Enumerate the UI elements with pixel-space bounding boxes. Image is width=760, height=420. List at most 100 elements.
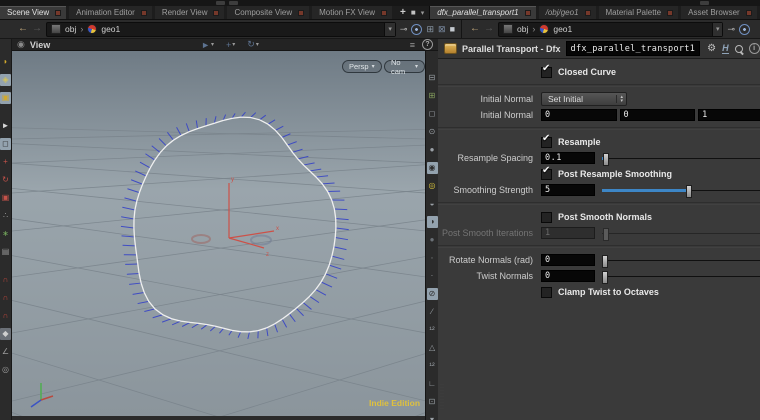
scene-viewport[interactable]: y x z Persp ▾ No cam ▾ Indie Edition: [12, 51, 426, 416]
param-value-field[interactable]: 0.1: [541, 152, 595, 164]
spinner-icon[interactable]: ▴ ▾: [616, 95, 626, 104]
gear-icon[interactable]: ⚙: [707, 43, 716, 54]
initial-normal-dropdown[interactable]: Set Initial ▴ ▾: [541, 92, 627, 106]
vector-x-field[interactable]: 0: [541, 109, 617, 121]
viewport-canvas[interactable]: y x z: [12, 51, 426, 416]
prim-numbers-icon[interactable]: ¹²: [427, 360, 438, 372]
pane-menu-caret-icon[interactable]: ▾: [421, 9, 425, 17]
pane-splitter-handle[interactable]: [229, 1, 238, 5]
breadcrumb-geo1[interactable]: geo1: [101, 24, 120, 34]
tab-material-palette[interactable]: Material Palette: [598, 6, 679, 19]
path-dropdown-icon[interactable]: ▾: [384, 22, 395, 36]
breadcrumb-obj[interactable]: obj: [65, 24, 76, 34]
vector-y-field[interactable]: 0: [619, 109, 696, 121]
checkbox[interactable]: ✔: [541, 133, 552, 148]
camera-projection-pill[interactable]: Persp ▾: [342, 60, 382, 73]
pane-layout-icon[interactable]: ■: [450, 24, 455, 34]
slider-handle[interactable]: [601, 254, 608, 268]
search-icon[interactable]: [734, 44, 743, 53]
new-tab-button[interactable]: +: [395, 6, 411, 19]
param-slider[interactable]: [601, 270, 760, 284]
headlight-icon[interactable]: ◉: [426, 162, 438, 174]
view-mode-icon[interactable]: ⊟: [427, 72, 438, 84]
help-icon[interactable]: ?: [421, 39, 433, 50]
measure-icon[interactable]: ∠: [0, 346, 11, 358]
camera-lock-icon[interactable]: ◻: [427, 108, 438, 120]
select-tool-icon[interactable]: ►: [0, 120, 11, 132]
shelf-tool-box-icon[interactable]: ▣: [0, 92, 11, 104]
display-objects-icon[interactable]: ●: [427, 144, 438, 156]
checkbox[interactable]: ✔: [541, 63, 552, 78]
vector-z-field[interactable]: 1: [698, 109, 760, 121]
vertex-markers-icon[interactable]: ∕: [427, 306, 438, 318]
pin-icon[interactable]: ⊸: [727, 24, 735, 35]
checkbox[interactable]: ✔: [541, 286, 552, 298]
corner-pivot-icon[interactable]: ∟: [427, 378, 438, 390]
show-points-icon[interactable]: ∙: [427, 252, 438, 264]
param-value-field[interactable]: 5: [541, 184, 595, 196]
view-cube-icon[interactable]: ⊞: [426, 24, 434, 35]
more-icon[interactable]: ▾: [427, 414, 438, 420]
render-region-icon[interactable]: ⊞: [427, 90, 438, 102]
display-options-icon[interactable]: ≡: [410, 40, 415, 50]
smooth-shaded-icon[interactable]: ●: [427, 234, 438, 246]
back-button[interactable]: ←: [470, 23, 480, 35]
breadcrumb[interactable]: obj › geo1 ▾: [46, 21, 396, 37]
breadcrumb-geo1[interactable]: geo1: [553, 24, 572, 34]
back-button[interactable]: ←: [18, 23, 28, 35]
tab-marker-icon[interactable]: [381, 9, 387, 16]
slider-handle[interactable]: [601, 270, 608, 284]
select-mode-icon[interactable]: ► ▾: [201, 40, 214, 50]
rotate-tool-icon[interactable]: ↻: [0, 174, 11, 186]
follow-network-icon[interactable]: [739, 23, 750, 35]
param-value-field[interactable]: 0: [541, 254, 595, 266]
param-slider[interactable]: [602, 184, 760, 198]
tab-marker-icon[interactable]: [584, 9, 591, 16]
snap-grid-icon[interactable]: ∩: [0, 274, 11, 286]
tab-marker-icon[interactable]: [55, 9, 62, 16]
camera-select-pill[interactable]: No cam ▾: [384, 58, 426, 76]
tab-render-view[interactable]: Render View: [154, 6, 225, 19]
prim-normals-icon[interactable]: △: [427, 342, 438, 354]
forward-button[interactable]: →: [32, 23, 42, 35]
tab-marker-icon[interactable]: [745, 9, 752, 16]
group-select-icon[interactable]: ⊡: [427, 396, 438, 408]
tab-obj-geo1[interactable]: /obj/geo1: [538, 6, 596, 19]
handles-tool-icon[interactable]: ∗: [0, 228, 11, 240]
info-icon[interactable]: i: [748, 43, 760, 54]
pane-splitter-handle[interactable]: [700, 1, 709, 5]
tab-motion-fx-view[interactable]: Motion FX View: [312, 6, 392, 19]
tab-marker-icon[interactable]: [524, 9, 531, 16]
point-numbers-icon[interactable]: ¹²: [427, 324, 438, 336]
pane-splitter-handle[interactable]: [216, 1, 225, 5]
houdini-asset-icon[interactable]: H: [722, 43, 729, 54]
forward-button[interactable]: →: [484, 23, 494, 35]
drag-mode-icon[interactable]: ↻ ▾: [247, 39, 259, 50]
pose-tool-icon[interactable]: ∴: [0, 210, 11, 222]
move-tool-icon[interactable]: +: [0, 156, 11, 168]
point-normals-icon[interactable]: ⊘: [426, 288, 438, 300]
tab-animation-editor[interactable]: Animation Editor: [69, 6, 152, 19]
param-slider[interactable]: [601, 254, 760, 268]
snap-point-icon[interactable]: ∩: [0, 292, 11, 304]
path-dropdown-icon[interactable]: ▾: [711, 22, 723, 36]
hq-lighting-icon[interactable]: ◒: [427, 198, 438, 210]
lock-icon[interactable]: ◻: [0, 138, 11, 150]
param-slider[interactable]: [602, 152, 760, 166]
ghost-objects-icon[interactable]: ⊙: [427, 126, 438, 138]
scale-tool-icon[interactable]: ▣: [0, 192, 11, 204]
breadcrumb-obj[interactable]: obj: [517, 24, 528, 34]
snap-multi-icon[interactable]: ∩: [0, 310, 11, 322]
selection-mode-icon[interactable]: ◆: [0, 328, 11, 340]
node-name-input[interactable]: dfx_parallel_transport1: [565, 41, 701, 56]
shelf-tool-points-icon[interactable]: ◈: [0, 74, 11, 86]
tab-dfx-parallel-transport1[interactable]: dfx_parallel_transport1: [430, 6, 536, 19]
tab-scene-view[interactable]: Scene View: [0, 6, 67, 19]
shelf-tool-brush-icon[interactable]: ◗: [0, 56, 11, 68]
view-menu-icon[interactable]: ◉: [17, 39, 25, 50]
point-markers-icon[interactable]: ·: [427, 270, 438, 282]
follow-network-icon[interactable]: [411, 23, 423, 35]
handle-mode-icon[interactable]: + ▾: [226, 40, 235, 50]
normal-lighting-icon[interactable]: ◎: [427, 180, 438, 192]
pin-icon[interactable]: ⊸: [400, 24, 408, 35]
